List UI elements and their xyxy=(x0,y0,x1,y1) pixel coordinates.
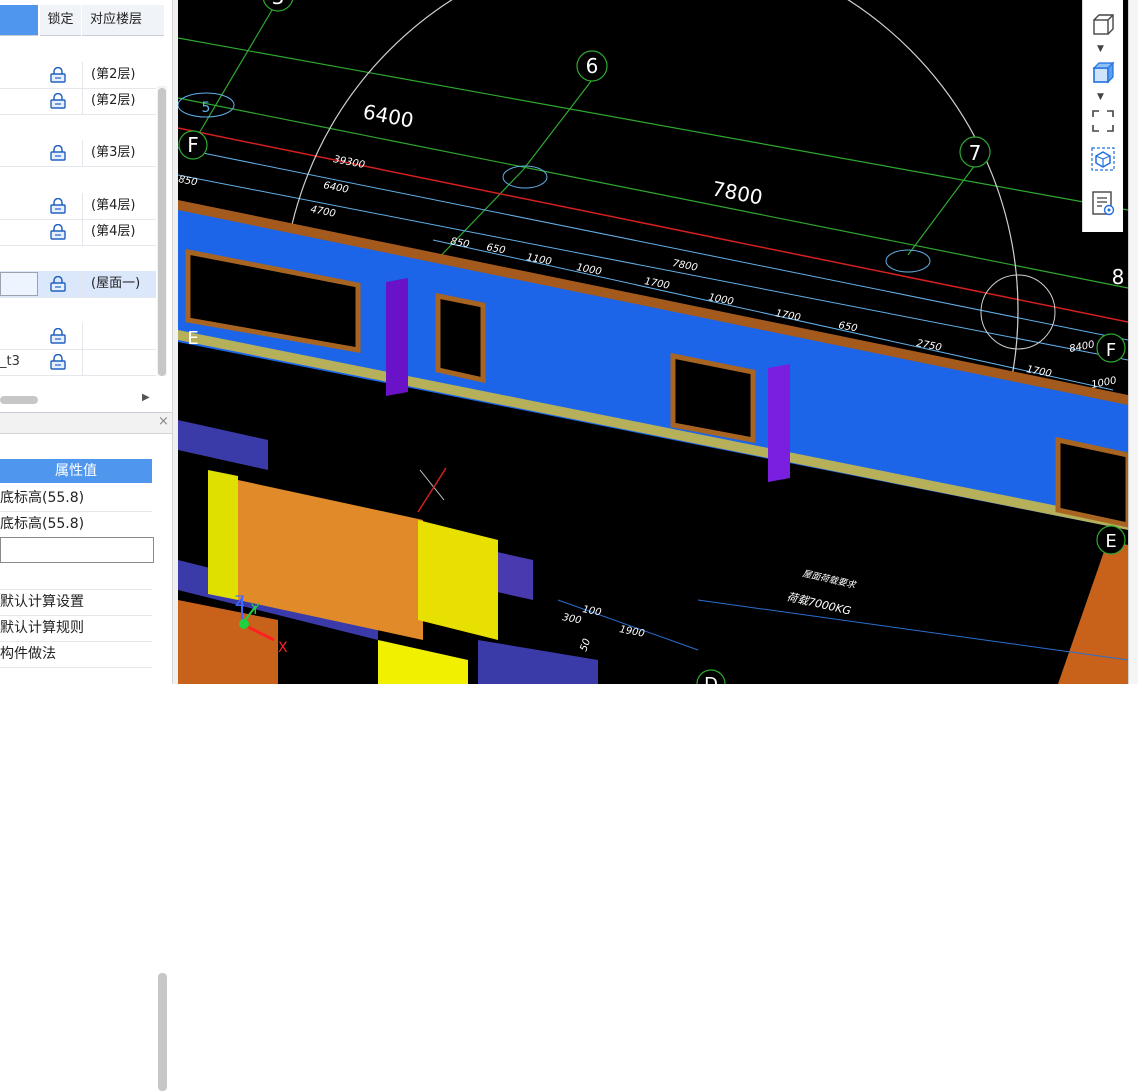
lock-icon[interactable] xyxy=(48,353,70,370)
table-row[interactable]: (第3层) xyxy=(0,140,156,167)
lock-icon[interactable] xyxy=(48,275,70,292)
display-settings-icon[interactable] xyxy=(1090,190,1116,216)
axis-label-F-right: F xyxy=(1106,340,1116,361)
table-scrollbar-thumb[interactable] xyxy=(158,88,166,376)
gizmo-z-label: Z xyxy=(235,594,245,610)
dimension-39300: 39300 xyxy=(332,154,365,171)
table-row[interactable]: (第4层) xyxy=(0,219,156,246)
axis-label-5: 5 xyxy=(202,100,211,116)
property-panel-header: × xyxy=(0,413,172,434)
view-cube-outline-icon[interactable] xyxy=(1090,12,1116,38)
axis-label-6: 6 xyxy=(586,54,599,78)
dimension-2750: 2750 xyxy=(915,338,942,354)
view-cube-solid-icon[interactable] xyxy=(1090,60,1116,86)
table-row[interactable]: (屋面一) xyxy=(0,271,156,298)
table-row[interactable]: (第4层) xyxy=(0,193,156,220)
lock-icon[interactable] xyxy=(48,327,70,344)
dimension-650-b: 650 xyxy=(837,320,858,334)
dimension-1000: 1000 xyxy=(575,262,602,278)
dimension-4700: 4700 xyxy=(309,204,336,220)
floor-name-cell[interactable] xyxy=(0,219,38,245)
close-icon[interactable]: × xyxy=(158,414,169,429)
dimension-1700: 1700 xyxy=(643,276,670,292)
rotate-view-icon[interactable] xyxy=(1090,146,1116,172)
property-value-row[interactable]: 底标高(55.8) xyxy=(0,485,152,512)
table-row[interactable]: _t3 xyxy=(0,349,156,376)
axis-label-8: 8 xyxy=(1112,265,1125,289)
corresponding-floor-cell[interactable] xyxy=(82,349,157,375)
property-value-header: 属性值 xyxy=(0,459,152,483)
corresponding-floor-cell[interactable]: (第3层) xyxy=(82,140,157,166)
dimension-6400: 6400 xyxy=(361,99,416,132)
property-panel: × 属性值 底标高(55.8) 底标高(55.8) 默认计算设置 默认计算规则 构件做法 xyxy=(0,412,172,1091)
dimension-1100: 1100 xyxy=(525,252,552,268)
gizmo-y-label: Y xyxy=(250,602,260,618)
gizmo-x-label: X xyxy=(278,640,288,656)
dimension-1000-b: 1000 xyxy=(707,292,734,308)
lock-icon[interactable] xyxy=(48,197,70,214)
property-value-row[interactable]: 底标高(55.8) xyxy=(0,511,152,538)
dimension-650: 650 xyxy=(485,242,506,256)
property-value-row[interactable]: 默认计算设置 xyxy=(0,589,152,616)
left-panel: 锁定 对应楼层 (第2层) (第2层) (第3层) (第4层) (第4层) (屋面一) _t… xyxy=(0,0,173,1091)
dimension-6400-small: 6400 xyxy=(322,180,349,196)
dimension-1000-c: 1000 xyxy=(1090,375,1117,391)
table-row[interactable] xyxy=(0,323,156,350)
corresponding-floor-cell[interactable]: (第2层) xyxy=(82,88,157,114)
lock-icon[interactable] xyxy=(48,144,70,161)
floor-name-cell[interactable] xyxy=(0,140,38,166)
floor-name-cell[interactable] xyxy=(0,323,38,349)
lock-icon[interactable] xyxy=(48,223,70,240)
dimension-850: 850 xyxy=(449,236,470,250)
table-hscrollbar-thumb[interactable] xyxy=(0,396,38,404)
property-value-row[interactable]: 构件做法 xyxy=(0,641,152,668)
lock-icon[interactable] xyxy=(48,92,70,109)
right-panel-edge xyxy=(1128,0,1138,684)
dimension-1700-b: 1700 xyxy=(774,308,801,324)
view-toolbar: ▼ ▼ xyxy=(1082,0,1123,232)
axis-label-E: E xyxy=(187,328,198,349)
axis-label-E-right: E xyxy=(1105,531,1116,552)
dimension-7800: 7800 xyxy=(710,176,765,209)
property-value-row[interactable]: 默认计算规则 xyxy=(0,615,152,642)
axis-label-7: 7 xyxy=(969,141,982,165)
column-header-floor[interactable]: 对应楼层 xyxy=(82,5,164,36)
property-value-row[interactable] xyxy=(0,563,152,590)
dropdown-arrow-icon[interactable]: ▼ xyxy=(1097,44,1104,54)
column-header-lock[interactable]: 锁定 xyxy=(40,5,81,36)
table-row[interactable]: (第2层) xyxy=(0,62,156,89)
floor-name-cell[interactable] xyxy=(0,272,38,296)
dropdown-arrow-icon-2[interactable]: ▼ xyxy=(1097,92,1104,102)
axis-label-D: D xyxy=(704,674,718,684)
floor-name-cell[interactable]: _t3 xyxy=(0,349,38,375)
corresponding-floor-cell[interactable] xyxy=(82,323,157,349)
fit-view-icon[interactable] xyxy=(1090,108,1116,134)
scroll-right-arrow-icon[interactable]: ▶ xyxy=(142,392,150,403)
column-header-name[interactable] xyxy=(0,5,38,36)
table-row[interactable]: (第2层) xyxy=(0,88,156,115)
floor-mapping-table: 锁定 对应楼层 (第2层) (第2层) (第3层) (第4层) (第4层) (屋面一) _t… xyxy=(0,0,173,410)
corresponding-floor-cell[interactable]: (屋面一) xyxy=(82,271,157,297)
corresponding-floor-cell[interactable]: (第2层) xyxy=(82,62,157,88)
floor-name-cell[interactable] xyxy=(0,193,38,219)
axis-label-3: 3 xyxy=(272,0,285,9)
floor-name-cell[interactable] xyxy=(0,88,38,114)
corresponding-floor-cell[interactable]: (第4层) xyxy=(82,219,157,245)
axis-label-F: F xyxy=(187,133,199,157)
dimension-850-left: 850 xyxy=(178,174,198,188)
corresponding-floor-cell[interactable]: (第4层) xyxy=(82,193,157,219)
floor-name-cell[interactable] xyxy=(0,62,38,88)
3d-viewport[interactable]: 6400 7800 39300 6400 4700 850 850 650 11… xyxy=(178,0,1128,684)
property-value-input[interactable] xyxy=(0,537,154,563)
property-scrollbar-thumb[interactable] xyxy=(158,973,167,1091)
lock-icon[interactable] xyxy=(48,66,70,83)
